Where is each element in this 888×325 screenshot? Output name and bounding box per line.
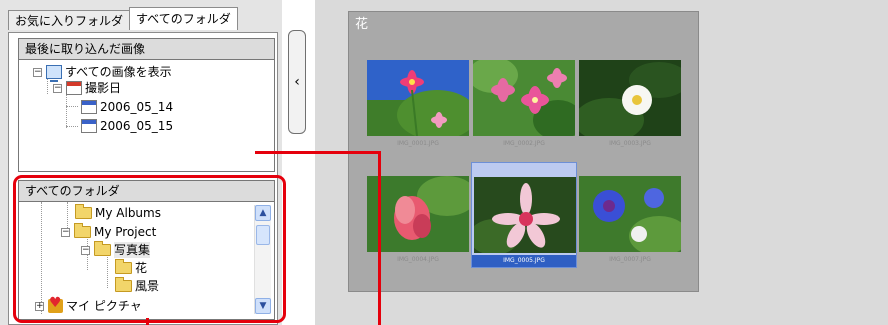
photo-thumbnail [367,176,469,252]
tab-all-folders[interactable]: すべてのフォルダ [129,7,238,30]
tree-item-label: 撮影日 [85,81,122,95]
tree-item-label: 2006_05_15 [100,119,174,133]
thumbnail-gallery: 花 IMG_0001.JPG IMG_0002.JPG IMG_0003.JPG… [348,11,699,292]
photo-thumbnail [579,176,681,252]
tree-item-all-images[interactable]: − すべての画像を表示 [33,64,172,82]
photo-thumbnail [473,60,575,136]
thumbnail-item[interactable]: IMG_0003.JPG [577,46,683,152]
tab-favorite-folders[interactable]: お気に入りフォルダ [8,10,131,30]
collapse-panel-button[interactable]: ‹ [288,30,306,134]
left-panel: お気に入りフォルダ すべてのフォルダ 最後に取り込んだ画像 − すべての画像を表… [0,0,286,325]
thumbnail-filename: IMG_0007.JPG [609,256,651,263]
tree-item-shoot-date[interactable]: − 撮影日 [53,80,121,96]
minus-expander-icon[interactable]: − [33,67,42,77]
callout-line [146,318,149,325]
callout-line [378,151,381,325]
thumbnail-item[interactable]: IMG_0001.JPG [365,46,471,152]
photo-thumbnail [579,60,681,136]
tree-item-date-2006-05-15[interactable]: 2006_05_15 [81,118,173,134]
calendar-icon [66,81,82,95]
thumbnail-filename: IMG_0003.JPG [609,140,651,147]
minus-expander-icon[interactable]: − [53,83,62,93]
thumbnail-item[interactable]: IMG_0007.JPG [577,162,683,268]
gallery-folder-title: 花 [355,17,369,32]
monitor-icon [46,65,62,82]
thumbnail-filename: IMG_0001.JPG [397,140,439,147]
photo-thumbnail [367,60,469,136]
chevron-left-icon: ‹ [294,74,300,90]
folder-tabs: お気に入りフォルダ すべてのフォルダ [8,7,238,32]
thumbnail-filename: IMG_0002.JPG [503,140,545,147]
photo-thumbnail [474,177,576,253]
thumbnail-item[interactable]: IMG_0002.JPG [471,46,577,152]
callout-line [255,151,381,154]
tree-item-date-2006-05-14[interactable]: 2006_05_14 [81,99,173,115]
tree-item-label: すべての画像を表示 [65,65,172,79]
folders-highlight-callout [13,175,286,323]
calendar-date-icon [81,100,97,114]
tree-item-label: 2006_05_14 [100,100,174,114]
calendar-date-icon [81,119,97,133]
recent-import-box: 最後に取り込んだ画像 − すべての画像を表示 − 撮影日 2006_05_14 [18,38,275,172]
recent-import-header: 最後に取り込んだ画像 [19,39,274,60]
thumbnail-filename: IMG_0005.JPG [472,255,576,267]
thumbnail-item-selected[interactable]: IMG_0005.JPG [471,162,577,268]
